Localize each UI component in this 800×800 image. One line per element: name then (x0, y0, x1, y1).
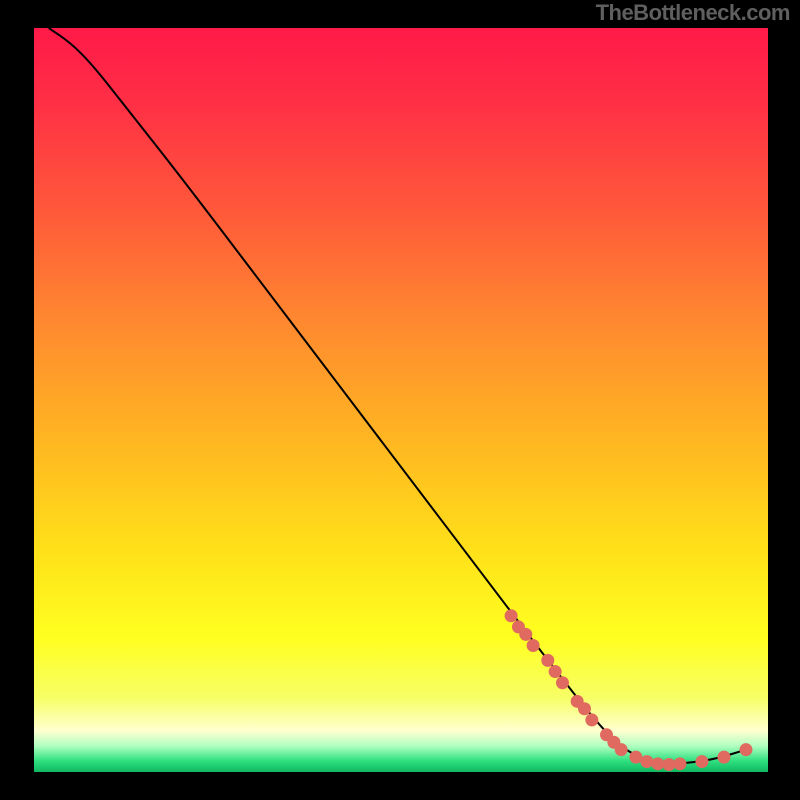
attribution-text: TheBottleneck.com (596, 0, 790, 26)
data-marker (673, 757, 686, 770)
data-marker (505, 609, 518, 622)
data-marker (549, 665, 562, 678)
data-marker (527, 639, 540, 652)
chart-svg (0, 0, 800, 800)
plot-background (34, 28, 768, 772)
data-marker (556, 676, 569, 689)
data-marker (739, 743, 752, 756)
data-marker (640, 755, 653, 768)
data-marker (695, 755, 708, 768)
data-marker (519, 628, 532, 641)
data-marker (651, 757, 664, 770)
chart-container: { "attribution": "TheBottleneck.com", "g… (0, 0, 800, 800)
data-marker (615, 743, 628, 756)
data-marker (585, 713, 598, 726)
data-marker (541, 654, 554, 667)
data-marker (662, 758, 675, 771)
data-marker (578, 702, 591, 715)
data-marker (717, 751, 730, 764)
